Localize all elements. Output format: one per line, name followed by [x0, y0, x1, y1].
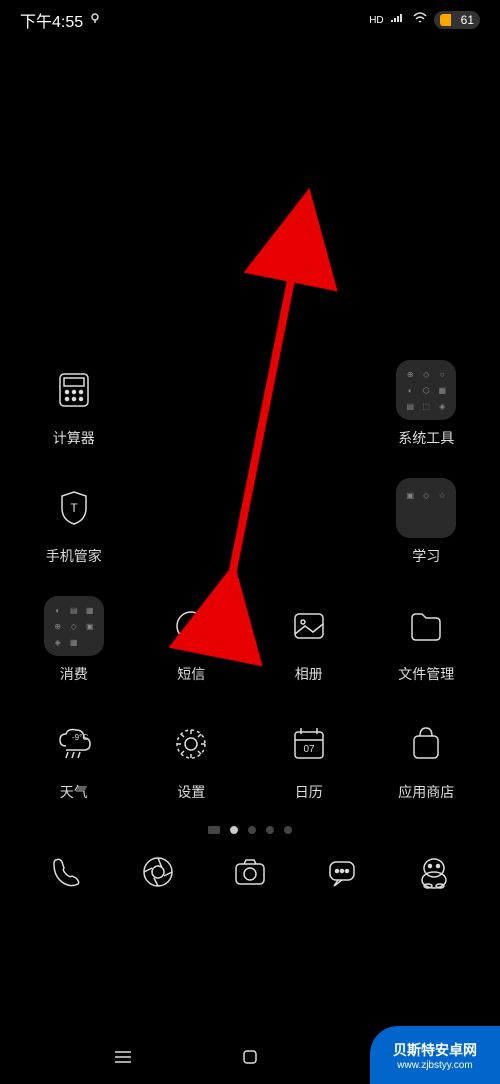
weather-icon: -9°C [44, 714, 104, 774]
app-label: 相册 [295, 664, 323, 684]
watermark-title: 贝斯特安卓网 [393, 1040, 477, 1060]
message-icon [161, 596, 221, 656]
page-dot[interactable] [284, 826, 292, 834]
settings-icon [161, 714, 221, 774]
svg-text:T: T [70, 501, 78, 515]
dock [0, 834, 500, 910]
app-calculator[interactable]: 计算器 [20, 360, 128, 448]
calendar-icon: 07 [279, 714, 339, 774]
folder-icon: ▣◇☆ [396, 478, 456, 538]
signal-icon [390, 11, 406, 29]
shield-icon: T [44, 478, 104, 538]
dock-browser[interactable] [134, 848, 182, 896]
app-gallery[interactable]: 相册 [255, 596, 363, 684]
page-indicator[interactable] [0, 826, 500, 834]
app-label: 计算器 [53, 428, 95, 448]
app-label: 系统工具 [398, 428, 454, 448]
app-store[interactable]: 应用商店 [373, 714, 481, 802]
app-system-tools[interactable]: ⊕◇○ ◐⬡▦ ▤⬚◈ 系统工具 [373, 360, 481, 448]
dock-chat[interactable] [318, 848, 366, 896]
location-icon [89, 11, 101, 29]
calculator-icon [44, 360, 104, 420]
app-study[interactable]: ▣◇☆ 学习 [373, 478, 481, 566]
app-label: 应用商店 [398, 782, 454, 802]
watermark-url: www.zjbstyy.com [397, 1060, 472, 1071]
app-label: 短信 [177, 664, 205, 684]
hd-icon: HD [369, 15, 383, 26]
store-icon [396, 714, 456, 774]
watermark: 贝斯特安卓网 www.zjbstyy.com [370, 1026, 500, 1084]
dock-camera[interactable] [226, 848, 274, 896]
app-label: 设置 [177, 782, 205, 802]
app-messages[interactable]: 短信 [138, 596, 246, 684]
app-files[interactable]: 文件管理 [373, 596, 481, 684]
dock-phone[interactable] [42, 848, 90, 896]
nav-home[interactable] [230, 1037, 270, 1077]
status-bar: 下午4:55 HD 61 [0, 0, 500, 40]
page-dot[interactable] [248, 826, 256, 834]
nav-recent[interactable] [103, 1037, 143, 1077]
svg-text:-9°C: -9°C [72, 733, 88, 742]
gallery-icon [279, 596, 339, 656]
app-settings[interactable]: 设置 [138, 714, 246, 802]
app-label: 文件管理 [398, 664, 454, 684]
page-dot[interactable] [208, 826, 220, 834]
dock-qq[interactable] [410, 848, 458, 896]
app-label: 日历 [295, 782, 323, 802]
app-calendar[interactable]: 07 日历 [255, 714, 363, 802]
svg-text:07: 07 [303, 744, 315, 755]
app-label: 手机管家 [46, 546, 102, 566]
app-phone-manager[interactable]: T 手机管家 [20, 478, 128, 566]
app-consume[interactable]: ◐▤▦ ⊕◇▣ ◈▦ 消费 [20, 596, 128, 684]
app-label: 学习 [412, 546, 440, 566]
folder-icon: ⊕◇○ ◐⬡▦ ▤⬚◈ [396, 360, 456, 420]
wifi-icon [412, 11, 428, 29]
app-grid: 计算器 ⊕◇○ ◐⬡▦ ▤⬚◈ 系统工具 T 手机管家 ▣◇☆ [0, 360, 500, 802]
status-time: 下午4:55 [20, 8, 83, 32]
app-label: 消费 [60, 664, 88, 684]
app-weather[interactable]: -9°C 天气 [20, 714, 128, 802]
page-dot[interactable] [230, 826, 238, 834]
battery-indicator: 61 [434, 11, 480, 29]
battery-pct: 61 [461, 13, 474, 27]
page-dot[interactable] [266, 826, 274, 834]
app-label: 天气 [60, 782, 88, 802]
folder-icon: ◐▤▦ ⊕◇▣ ◈▦ [44, 596, 104, 656]
files-icon [396, 596, 456, 656]
